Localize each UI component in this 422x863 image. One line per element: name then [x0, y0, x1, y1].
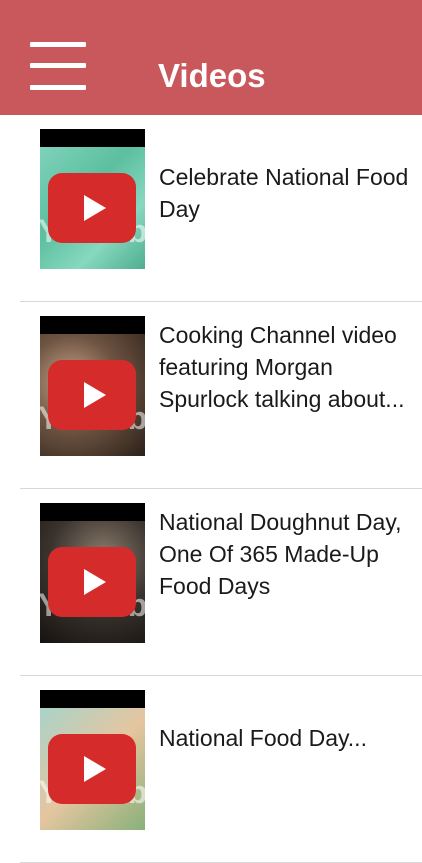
hamburger-menu-icon	[30, 42, 86, 47]
video-list-item[interactable]: YouTube National Food Day...	[20, 676, 422, 863]
youtube-play-icon	[48, 360, 136, 430]
video-title: Celebrate National Food Day	[159, 164, 409, 222]
video-list-item[interactable]: YouTube Cooking Channel video featuring …	[20, 302, 422, 489]
video-thumbnail[interactable]: YouTube	[40, 316, 145, 456]
video-thumbnail[interactable]: YouTube	[40, 503, 145, 643]
video-title: National Doughnut Day, One Of 365 Made-U…	[159, 509, 402, 599]
youtube-play-icon	[48, 734, 136, 804]
video-title: Cooking Channel video featuring Morgan S…	[159, 322, 405, 412]
page-title: Videos	[158, 57, 266, 94]
video-title: National Food Day...	[159, 725, 367, 751]
video-list-item[interactable]: YouTube National Doughnut Day, One Of 36…	[20, 489, 422, 676]
menu-button[interactable]	[30, 42, 86, 90]
video-thumbnail[interactable]: YouTube	[40, 129, 145, 269]
app-header: Videos	[0, 0, 422, 115]
video-list-item[interactable]: YouTube Celebrate National Food Day	[20, 115, 422, 302]
video-list: YouTube Celebrate National Food Day YouT…	[0, 115, 422, 863]
video-thumbnail[interactable]: YouTube	[40, 690, 145, 830]
youtube-play-icon	[48, 173, 136, 243]
youtube-play-icon	[48, 547, 136, 617]
